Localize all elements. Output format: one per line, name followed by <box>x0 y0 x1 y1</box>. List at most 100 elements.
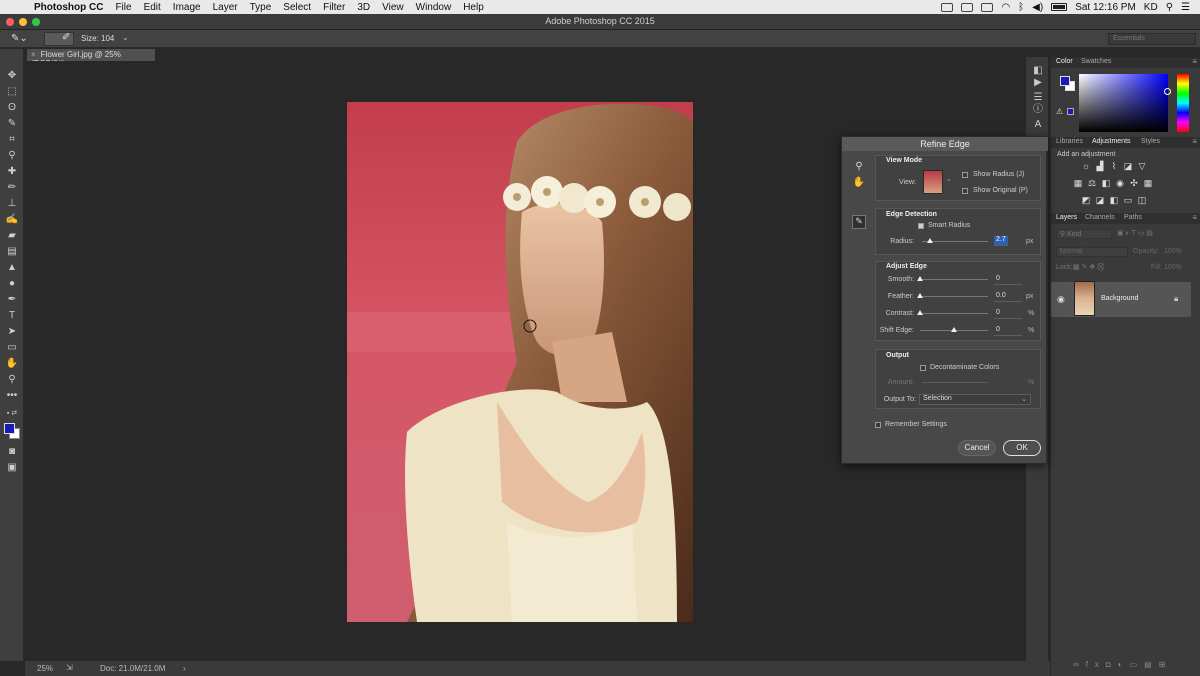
app-menu[interactable]: Photoshop CC <box>34 2 103 13</box>
volume-icon[interactable]: ◀) <box>1032 2 1043 13</box>
photo-filter-icon[interactable]: ◉ <box>1115 179 1125 188</box>
shift-edge-slider-thumb[interactable] <box>951 327 957 332</box>
menu-layer[interactable]: Layer <box>213 2 238 13</box>
ok-button[interactable]: OK <box>1003 440 1041 456</box>
info-panel-icon[interactable]: ⓘ <box>1032 104 1044 116</box>
color-balance-icon[interactable]: ⚖ <box>1087 179 1097 188</box>
screen-mode-icon[interactable]: ▣ <box>4 461 20 475</box>
contrast-field[interactable]: 0 <box>994 309 1022 319</box>
tab-channels[interactable]: Channels <box>1085 214 1115 221</box>
battery-icon[interactable] <box>1051 3 1068 11</box>
quick-mask-icon[interactable]: ◙ <box>4 445 20 459</box>
menu-select[interactable]: Select <box>283 2 311 13</box>
contrast-slider-thumb[interactable] <box>917 310 923 315</box>
color-picker-cursor[interactable] <box>1164 88 1171 95</box>
menu-file[interactable]: File <box>115 2 131 13</box>
refine-radius-tool-icon[interactable]: ✎ <box>852 215 866 229</box>
opacity-field[interactable]: 100% <box>1164 248 1182 255</box>
menu-3d[interactable]: 3D <box>357 2 370 13</box>
quick-selection-tool-icon[interactable]: ✎ <box>4 117 20 131</box>
zoom-level[interactable]: 25% <box>37 664 53 673</box>
menu-type[interactable]: Type <box>250 2 272 13</box>
selective-color-icon[interactable]: ◫ <box>1137 196 1147 205</box>
erase-refinements-icon[interactable]: ✐ <box>62 32 70 43</box>
properties-panel-icon[interactable]: ☰ <box>1032 92 1044 104</box>
hue-saturation-icon[interactable]: ▦ <box>1073 179 1083 188</box>
zoom-tool-icon[interactable]: ⚲ <box>852 161 866 175</box>
vibrance-icon[interactable]: ▽ <box>1137 162 1147 171</box>
posterize-icon[interactable]: ◪ <box>1095 196 1105 205</box>
menu-filter[interactable]: Filter <box>323 2 345 13</box>
close-document-icon[interactable]: × <box>31 50 36 59</box>
menubar-user[interactable]: KD <box>1144 2 1158 13</box>
feather-field[interactable]: 0.0 <box>994 292 1022 302</box>
decontaminate-colors-checkbox[interactable] <box>920 365 926 371</box>
history-panel-icon[interactable]: ◧ <box>1032 65 1044 77</box>
tab-color[interactable]: Color <box>1056 58 1073 65</box>
smooth-slider[interactable] <box>920 279 988 280</box>
path-selection-tool-icon[interactable]: ➤ <box>4 325 20 339</box>
crop-tool-icon[interactable]: ⌗ <box>4 133 20 147</box>
status-icon[interactable] <box>981 2 994 12</box>
smooth-slider-thumb[interactable] <box>917 276 923 281</box>
tab-paths[interactable]: Paths <box>1124 214 1142 221</box>
default-colors-icon[interactable]: ▪ ⇄ <box>4 407 20 421</box>
brightness-contrast-icon[interactable]: ☼ <box>1081 162 1091 171</box>
cancel-button[interactable]: Cancel <box>958 440 996 456</box>
history-brush-tool-icon[interactable]: ✍ <box>4 213 20 227</box>
status-menu-arrow-icon[interactable]: › <box>183 664 186 673</box>
spotlight-search-icon[interactable]: ⚲ <box>1166 2 1173 13</box>
radius-field[interactable]: 2.7 <box>994 236 1008 246</box>
size-field[interactable]: 104 <box>101 34 114 43</box>
curves-icon[interactable]: ⌇ <box>1109 162 1119 171</box>
layers-panel-menu-icon[interactable]: ≡ <box>1192 213 1197 222</box>
size-dropdown-icon[interactable]: ⌄ <box>122 33 129 42</box>
hand-tool-icon[interactable]: ✋ <box>852 177 866 191</box>
layer-filter-icons[interactable]: ▣ ◐ T ▭ ▤ <box>1117 229 1153 237</box>
threshold-icon[interactable]: ◧ <box>1109 196 1119 205</box>
contrast-slider[interactable] <box>920 313 988 314</box>
output-to-select[interactable]: Selection ⌄ <box>919 394 1031 405</box>
show-original-checkbox[interactable] <box>962 188 968 194</box>
levels-icon[interactable]: ▟ <box>1095 162 1105 171</box>
wifi-icon[interactable]: ◠ <box>1001 2 1010 13</box>
menu-image[interactable]: Image <box>173 2 201 13</box>
menu-edit[interactable]: Edit <box>144 2 161 13</box>
document-photo[interactable] <box>347 102 693 622</box>
adjustments-panel-menu-icon[interactable]: ≡ <box>1192 137 1197 146</box>
menubar-clock[interactable]: Sat 12:16 PM <box>1075 2 1136 13</box>
bluetooth-icon[interactable]: ᛒ <box>1018 2 1024 13</box>
actions-panel-icon[interactable]: ▶ <box>1032 77 1044 89</box>
brush-tool-icon[interactable]: ✏ <box>4 181 20 195</box>
shift-edge-field[interactable]: 0 <box>994 326 1022 336</box>
status-icon[interactable] <box>941 2 954 12</box>
fill-field[interactable]: 100% <box>1164 264 1182 271</box>
clone-stamp-tool-icon[interactable]: ⊥ <box>4 197 20 211</box>
web-safe-swatch[interactable] <box>1067 108 1074 115</box>
export-icon[interactable]: ⇲ <box>66 663 73 672</box>
notification-center-icon[interactable]: ☰ <box>1181 2 1190 13</box>
radius-slider-thumb[interactable] <box>927 238 933 243</box>
menu-window[interactable]: Window <box>416 2 452 13</box>
layers-footer-icons[interactable]: ∞fx◘◐▭▤⊞ <box>1073 660 1172 669</box>
eyedropper-tool-icon[interactable]: ⚲ <box>4 149 20 163</box>
tab-swatches[interactable]: Swatches <box>1081 58 1111 65</box>
feather-slider-thumb[interactable] <box>917 293 923 298</box>
camera-icon[interactable] <box>961 2 974 12</box>
exposure-icon[interactable]: ◪ <box>1123 162 1133 171</box>
pen-tool-icon[interactable]: ✒ <box>4 293 20 307</box>
view-mode-thumbnail[interactable] <box>923 170 943 194</box>
tab-layers[interactable]: Layers <box>1056 214 1077 221</box>
black-white-icon[interactable]: ◧ <box>1101 179 1111 188</box>
invert-icon[interactable]: ◩ <box>1081 196 1091 205</box>
tool-preset-picker[interactable]: ✎⌄ <box>11 33 35 45</box>
blur-tool-icon[interactable]: ▲ <box>4 261 20 275</box>
hue-slider[interactable] <box>1177 74 1189 132</box>
color-picker-field[interactable] <box>1079 74 1168 132</box>
smart-radius-checkbox[interactable] <box>918 223 924 229</box>
amount-slider[interactable] <box>922 382 988 383</box>
view-mode-dropdown-icon[interactable]: ⌄ <box>946 175 952 183</box>
gamut-warning-icon[interactable]: ⚠ <box>1056 107 1063 116</box>
dodge-tool-icon[interactable]: ● <box>4 277 20 291</box>
type-tool-icon[interactable]: T <box>4 309 20 323</box>
